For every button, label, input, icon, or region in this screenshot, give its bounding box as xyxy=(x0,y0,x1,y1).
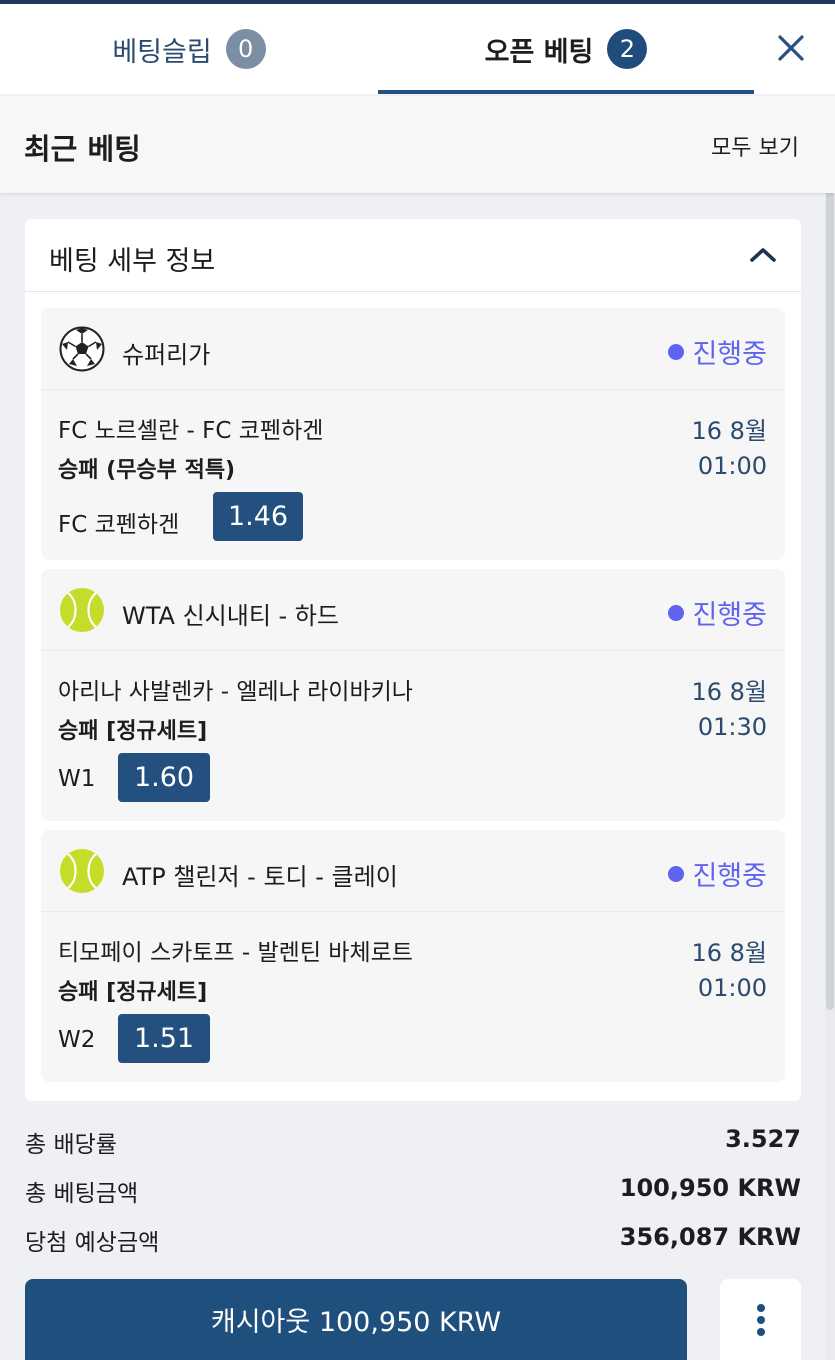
odds-badge: 1.60 xyxy=(118,753,210,802)
odds-badge: 1.51 xyxy=(118,1014,210,1063)
total-stake-row: 총 베팅금액 100,950 KRW xyxy=(25,1174,801,1214)
status-dot-icon xyxy=(668,865,685,882)
league-name: 슈퍼리가 xyxy=(122,341,211,369)
total-odds-value: 3.527 xyxy=(725,1125,801,1153)
tab-betslip[interactable]: 베팅슬립 0 xyxy=(0,4,378,94)
more-vertical-icon xyxy=(756,1303,765,1336)
bet-status: 진행중 xyxy=(668,593,767,632)
market-name: 승패 [정규세트] xyxy=(58,719,208,744)
bet-status: 진행중 xyxy=(668,332,767,371)
match-date: 16 8월 xyxy=(691,678,767,706)
betslip-count-badge: 0 xyxy=(225,29,266,69)
bet-item: WTA 신시내티 - 하드 진행중 아리나 사발렌카 - 엘레나 라이바키나 승… xyxy=(41,569,785,821)
scrollbar-thumb[interactable] xyxy=(826,175,834,1010)
match-time: 01:30 xyxy=(697,713,767,741)
total-stake-label: 총 베팅금액 xyxy=(25,1181,139,1207)
selection-name: W1 xyxy=(58,766,96,792)
bet-item: 슈퍼리가 진행중 FC 노르셸란 - FC 코펜하겐 승패 (무승부 적특) 1… xyxy=(41,308,785,560)
match-time: 01:00 xyxy=(697,974,767,1002)
league-name: WTA 신시내티 - 하드 xyxy=(122,602,339,630)
bet-item-header: ATP 챌린저 - 토디 - 클레이 진행중 xyxy=(41,830,785,912)
tab-open-bets-label: 오픈 베팅 xyxy=(484,36,594,68)
match-name: FC 노르셸란 - FC 코펜하겐 xyxy=(58,418,324,444)
potential-win-value: 356,087 KRW xyxy=(619,1223,801,1251)
match-date: 16 8월 xyxy=(691,417,767,445)
recent-bets-title: 최근 베팅 xyxy=(24,132,141,166)
see-all-link[interactable]: 모두 보기 xyxy=(711,130,799,162)
soccer-ball-icon xyxy=(59,326,105,372)
bet-details-header[interactable]: 베팅 세부 정보 xyxy=(25,219,801,292)
close-icon xyxy=(778,35,804,61)
match-time: 01:00 xyxy=(697,452,767,480)
bet-tabs-header: 베팅슬립 0 오픈 베팅 2 xyxy=(0,4,835,94)
bet-item-header: WTA 신시내티 - 하드 진행중 xyxy=(41,569,785,651)
league-name: ATP 챌린저 - 토디 - 클레이 xyxy=(122,863,398,891)
total-odds-label: 총 배당률 xyxy=(25,1132,117,1158)
status-dot-icon xyxy=(668,343,685,360)
tennis-ball-icon xyxy=(60,849,104,893)
tab-open-bets[interactable]: 오픈 베팅 2 xyxy=(378,4,754,94)
market-name: 승패 (무승부 적특) xyxy=(58,458,236,483)
recent-bets-bar: 최근 베팅 모두 보기 xyxy=(0,96,835,193)
tab-betslip-label: 베팅슬립 xyxy=(112,36,212,68)
bet-details-card: 베팅 세부 정보 슈퍼리가 진행중 FC 노르셸란 - FC 코펜하겐 승패 (… xyxy=(25,219,801,1101)
bet-status-label: 진행중 xyxy=(692,600,767,631)
match-name: 티모페이 스카토프 - 발렌틴 바체로트 xyxy=(58,940,413,966)
odds-badge: 1.46 xyxy=(213,492,303,541)
bet-status-label: 진행중 xyxy=(692,861,767,892)
selection-name: FC 코펜하겐 xyxy=(58,512,180,538)
potential-win-row: 당첨 예상금액 356,087 KRW xyxy=(25,1223,801,1263)
match-name: 아리나 사발렌카 - 엘레나 라이바키나 xyxy=(58,679,413,705)
total-odds-row: 총 배당률 3.527 xyxy=(25,1125,801,1165)
close-button[interactable] xyxy=(769,26,813,70)
bet-status-label: 진행중 xyxy=(692,339,767,370)
match-date: 16 8월 xyxy=(691,939,767,967)
cashout-button[interactable]: 캐시아웃 100,950 KRW xyxy=(25,1279,687,1360)
total-stake-value: 100,950 KRW xyxy=(619,1174,801,1202)
bet-item: ATP 챌린저 - 토디 - 클레이 진행중 티모페이 스카토프 - 발렌틴 바… xyxy=(41,830,785,1082)
open-bets-count-badge: 2 xyxy=(607,29,648,69)
more-options-button[interactable] xyxy=(720,1279,801,1360)
status-dot-icon xyxy=(668,604,685,621)
tennis-ball-icon xyxy=(60,588,104,632)
potential-win-label: 당첨 예상금액 xyxy=(25,1230,160,1256)
market-name: 승패 [정규세트] xyxy=(58,980,208,1005)
bet-item-header: 슈퍼리가 진행중 xyxy=(41,308,785,390)
selection-name: W2 xyxy=(58,1027,96,1053)
bet-status: 진행중 xyxy=(668,854,767,893)
bet-details-title: 베팅 세부 정보 xyxy=(49,246,216,277)
chevron-up-icon[interactable] xyxy=(747,243,779,267)
